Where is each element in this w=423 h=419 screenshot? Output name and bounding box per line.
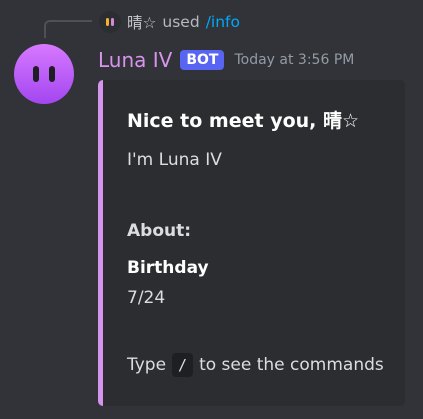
avatar-eye-left (33, 66, 39, 82)
reply-command-link[interactable]: /info (206, 13, 240, 31)
bot-avatar[interactable] (14, 44, 74, 104)
reply-connector (44, 20, 92, 38)
footer-suffix: to see the commands (199, 355, 384, 375)
avatar-eye-right (111, 18, 114, 26)
message-header: Luna IV BOT Today at 3:56 PM (98, 46, 354, 74)
embed-footer-line: Type / to see the commands (127, 353, 384, 377)
embed-field-value: 7/24 (127, 288, 166, 308)
embed-field-name: Birthday (127, 258, 209, 278)
inline-code-slash: / (172, 353, 194, 377)
footer-prefix: Type (127, 355, 167, 375)
reply-context[interactable]: 晴☆ used /info (99, 10, 240, 34)
bot-badge: BOT (180, 50, 225, 70)
bot-username[interactable]: Luna IV (98, 48, 172, 72)
message-embed: Nice to meet you, 晴☆ I'm Luna IV About: … (98, 80, 405, 406)
embed-title: Nice to meet you, 晴☆ (127, 110, 360, 132)
reply-username[interactable]: 晴☆ (127, 11, 156, 33)
reply-user-avatar[interactable] (99, 11, 121, 33)
embed-description: I'm Luna IV (127, 150, 222, 170)
avatar-eye-left (106, 18, 109, 26)
avatar-eye-right (49, 66, 55, 82)
message-timestamp: Today at 3:56 PM (234, 52, 355, 68)
embed-about-label: About: (127, 221, 192, 241)
reply-used-text: used (162, 13, 200, 31)
